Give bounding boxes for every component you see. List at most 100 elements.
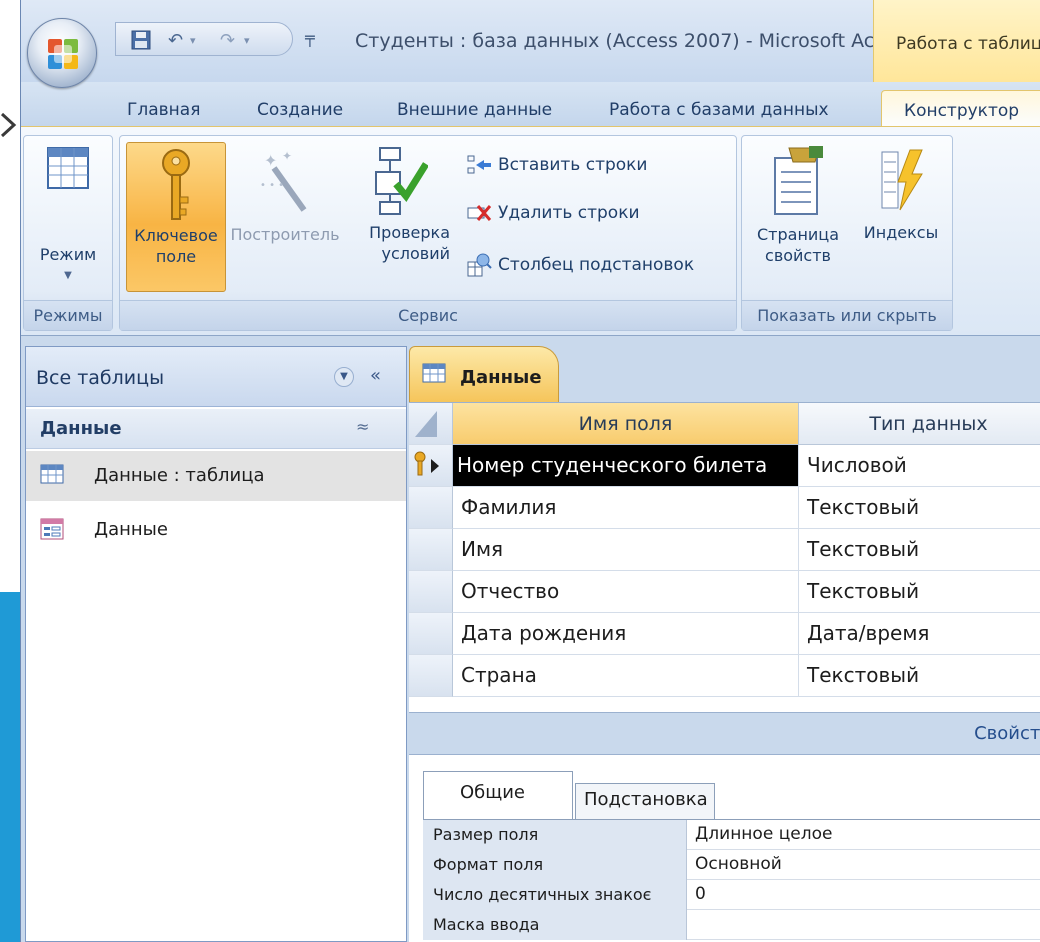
field-name-cell[interactable]: Фамилия <box>453 487 799 529</box>
nav-group-header[interactable]: Данные ≈ <box>26 409 406 449</box>
save-icon[interactable] <box>130 29 152 51</box>
indexes-label: Индексы <box>863 223 939 242</box>
validation-button[interactable]: Проверка условий <box>350 144 450 294</box>
design-grid: Имя поля Тип данных Номер студенческого … <box>409 402 1040 712</box>
access-window: ↶ ▾ ↷ ▾ ╤ Студенты : база данных (Access… <box>20 0 1040 942</box>
insert-rows-button[interactable]: Вставить строки <box>466 154 647 176</box>
document-tab[interactable]: Данные <box>409 346 559 402</box>
ribbon: Режим ▼ Режимы Ключевое поле ✦ ✦ • • • П… <box>21 126 1040 336</box>
indexes-lightning-icon <box>881 149 923 211</box>
data-type-cell[interactable]: Текстовый <box>799 655 1040 697</box>
undo-dropdown-icon[interactable]: ▾ <box>190 29 196 51</box>
row-selector-6[interactable] <box>409 655 453 697</box>
property-value[interactable]: Длинное целое <box>689 820 1040 850</box>
builder-label: Построитель <box>230 225 340 244</box>
svg-text:• • •: • • • <box>260 180 284 191</box>
document-area: Данные Имя поля Тип данных Номер студенч… <box>409 346 1040 942</box>
row-selector-2[interactable] <box>409 487 453 529</box>
column-header-data-type[interactable]: Тип данных <box>799 403 1040 445</box>
key-icon <box>162 149 190 220</box>
select-all-corner[interactable] <box>409 403 453 445</box>
form-icon <box>40 518 64 540</box>
property-value[interactable] <box>689 910 1040 940</box>
property-sheet-button[interactable]: Страница свойств <box>746 144 850 294</box>
tab-create[interactable]: Создание <box>257 100 343 120</box>
nav-pane-header[interactable]: Все таблицы ▼ « <box>26 347 406 407</box>
data-type-cell[interactable]: Текстовый <box>799 571 1040 613</box>
primary-key-row-icon <box>414 451 439 476</box>
data-type-cell[interactable]: Текстовый <box>799 487 1040 529</box>
nav-group-collapse-icon[interactable]: ≈ <box>356 417 369 436</box>
property-value[interactable]: Основной <box>689 850 1040 880</box>
data-type-cell[interactable]: Дата/время <box>799 613 1040 655</box>
tab-general[interactable]: Общие <box>423 771 573 821</box>
indexes-button[interactable]: Индексы <box>856 144 946 294</box>
nav-item-form-label: Данные <box>94 519 168 540</box>
property-sheet-label: Страница свойств <box>756 225 839 265</box>
tab-lookup[interactable]: Подстановка <box>575 783 715 819</box>
customize-toolbar-icon[interactable]: ╤ <box>305 28 315 47</box>
builder-button[interactable]: ✦ ✦ • • • Построитель <box>230 144 340 294</box>
row-selector-1[interactable] <box>409 445 453 487</box>
data-type-cell[interactable]: Числовой <box>799 445 1040 487</box>
nav-item-form[interactable]: Данные <box>26 505 406 555</box>
nav-collapse-icon[interactable]: « <box>370 365 381 386</box>
field-name-cell[interactable]: Имя <box>453 529 799 571</box>
field-name-cell[interactable]: Страна <box>453 655 799 697</box>
svg-text:✦: ✦ <box>282 149 292 163</box>
field-name-cell[interactable]: Номер студенческого билета <box>453 445 799 487</box>
validation-check-icon <box>375 147 428 215</box>
properties-table: Размер поля Длинное целое Формат поля Ос… <box>423 819 1040 940</box>
nav-item-table[interactable]: Данные : таблица <box>26 451 406 501</box>
property-row[interactable]: Формат поля Основной <box>423 850 1040 880</box>
tab-database-tools[interactable]: Работа с базами данных <box>609 100 829 120</box>
property-value[interactable]: 0 <box>689 880 1040 910</box>
data-type-cell[interactable]: Текстовый <box>799 529 1040 571</box>
property-row[interactable]: Размер поля Длинное целое <box>423 820 1040 850</box>
table-icon <box>40 464 64 484</box>
document-tab-title: Данные <box>460 367 542 388</box>
row-selector-5[interactable] <box>409 613 453 655</box>
delete-rows-label: Удалить строки <box>498 203 640 223</box>
tab-external-data[interactable]: Внешние данные <box>397 100 552 120</box>
row-selector-4[interactable] <box>409 571 453 613</box>
delete-rows-icon <box>467 205 492 221</box>
office-button[interactable] <box>27 18 97 88</box>
property-name: Размер поля <box>423 820 687 850</box>
property-row[interactable]: Маска ввода <box>423 910 1040 940</box>
mode-dropdown-icon[interactable]: ▼ <box>28 265 108 286</box>
property-name: Маска ввода <box>423 910 687 940</box>
builder-wand-icon: ✦ ✦ • • • <box>260 149 307 212</box>
tab-design[interactable]: Конструктор <box>881 90 1040 128</box>
group-modes-label: Режимы <box>24 300 112 330</box>
nav-menu-dropdown-icon[interactable]: ▼ <box>334 367 354 387</box>
validation-label: Проверка условий <box>369 223 450 263</box>
field-properties-label: Свойств <box>974 723 1040 744</box>
undo-icon[interactable]: ↶ <box>168 29 183 51</box>
field-name-cell[interactable]: Дата рождения <box>453 613 799 655</box>
group-show-hide-label: Показать или скрыть <box>742 300 952 330</box>
mode-button-label: Режим <box>39 245 97 264</box>
property-name: Формат поля <box>423 850 687 880</box>
datasheet-view-icon <box>47 147 89 189</box>
lookup-column-label: Столбец подстановок <box>498 255 695 275</box>
delete-rows-button[interactable]: Удалить строки <box>466 202 640 224</box>
tab-home[interactable]: Главная <box>127 100 200 120</box>
group-show-hide: Страница свойств Индексы Показать или ск… <box>741 135 953 331</box>
column-header-field-name[interactable]: Имя поля <box>453 403 799 445</box>
lookup-column-button[interactable]: Столбец подстановок <box>466 252 694 278</box>
insert-rows-icon <box>467 155 491 174</box>
slide-arrow-icon <box>0 112 17 138</box>
lookup-column-icon <box>467 253 492 277</box>
nav-pane-title: Все таблицы <box>36 367 165 389</box>
group-service-label: Сервис <box>120 300 736 330</box>
primary-key-button[interactable]: Ключевое поле <box>126 142 226 292</box>
group-service: Ключевое поле ✦ ✦ • • • Построитель Пров… <box>119 135 737 331</box>
mode-button[interactable]: Режим ▼ <box>28 144 108 294</box>
row-selector-3[interactable] <box>409 529 453 571</box>
redo-icon[interactable]: ↷ <box>220 29 235 51</box>
property-row[interactable]: Число десятичных знакоє 0 <box>423 880 1040 910</box>
ribbon-tab-bar: Главная Создание Внешние данные Работа с… <box>21 82 1040 128</box>
field-name-cell[interactable]: Отчество <box>453 571 799 613</box>
redo-dropdown-icon[interactable]: ▾ <box>244 29 250 51</box>
